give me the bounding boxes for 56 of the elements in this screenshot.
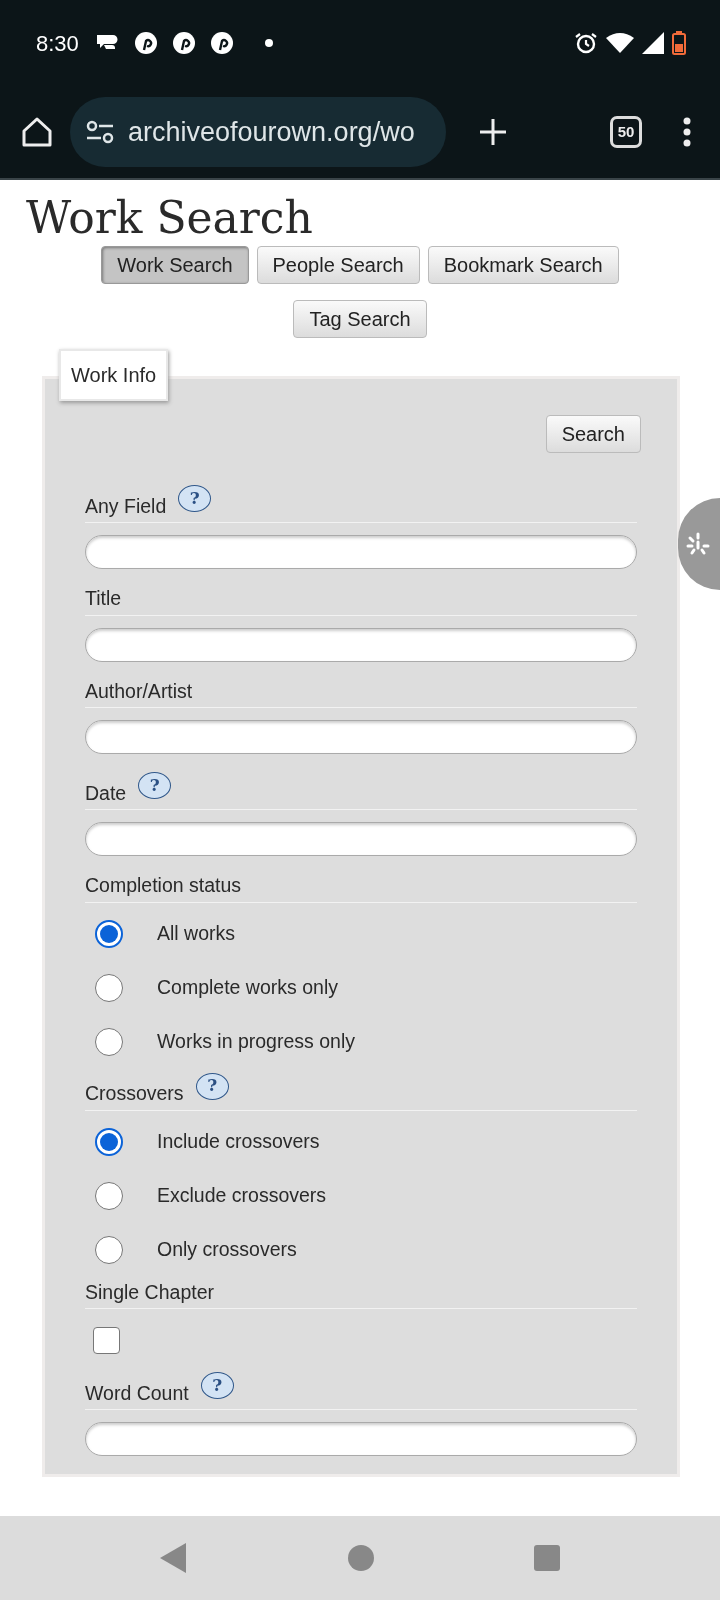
field-label: Title xyxy=(85,587,122,611)
loading-icon xyxy=(686,532,710,556)
search-tab[interactable]: Bookmark Search xyxy=(427,246,619,285)
field-label: Single Chapter xyxy=(85,1280,214,1304)
input-field[interactable] xyxy=(85,1421,637,1456)
option-label[interactable]: Complete works only xyxy=(157,972,338,1003)
option-label[interactable]: Only crossovers xyxy=(157,1234,297,1265)
help-button[interactable]: ? xyxy=(178,485,212,513)
home-icon[interactable] xyxy=(20,115,54,149)
search-tab[interactable]: People Search xyxy=(256,246,420,285)
radio-button[interactable] xyxy=(95,1181,123,1210)
pin-logo-icon xyxy=(210,32,233,54)
help-button[interactable]: ? xyxy=(195,1072,229,1100)
field-label: Completion status xyxy=(85,874,242,898)
new-tab-icon[interactable] xyxy=(478,117,508,147)
site-settings-icon[interactable] xyxy=(86,120,114,144)
checkbox[interactable] xyxy=(93,1326,120,1354)
home-circle-icon[interactable] xyxy=(348,1545,374,1571)
radio-button[interactable] xyxy=(95,973,123,1002)
option-label[interactable]: Include crossovers xyxy=(157,1126,320,1157)
dot-icon xyxy=(264,39,273,47)
help-button[interactable]: ? xyxy=(138,772,172,800)
radio-button[interactable] xyxy=(95,1235,123,1264)
panel-legend: Work Info xyxy=(59,349,169,402)
radio-button[interactable] xyxy=(95,1127,123,1156)
field-label: Word Count xyxy=(85,1381,189,1405)
input-field[interactable] xyxy=(85,822,637,857)
radio-button[interactable] xyxy=(95,1027,123,1056)
input-field[interactable] xyxy=(85,627,637,662)
option-label[interactable]: Exclude crossovers xyxy=(157,1180,327,1211)
field-label: Any Field xyxy=(85,495,167,519)
address-bar[interactable]: archiveofourown.org/wo xyxy=(70,97,446,167)
wifi-icon xyxy=(606,32,634,54)
input-field[interactable] xyxy=(85,720,637,755)
pin-logo-icon xyxy=(172,32,195,54)
field-label: Date xyxy=(85,781,127,806)
pin-logo-icon xyxy=(134,32,157,54)
option-label[interactable]: Works in progress only xyxy=(157,1026,355,1057)
more-menu-icon[interactable] xyxy=(682,117,692,147)
battery-icon xyxy=(672,31,686,55)
search-tab[interactable]: Work Search xyxy=(101,246,249,285)
search-tab[interactable]: Tag Search xyxy=(293,300,427,339)
option-label[interactable]: All works xyxy=(157,918,235,949)
page-title: Work Search xyxy=(26,194,313,243)
back-icon[interactable] xyxy=(160,1543,188,1573)
field-label: Author/Artist xyxy=(85,679,193,704)
field-label: Crossovers xyxy=(85,1082,184,1106)
search-button[interactable]: Search xyxy=(545,415,641,454)
radio-button[interactable] xyxy=(95,919,123,948)
help-button[interactable]: ? xyxy=(200,1371,234,1399)
signal-icon xyxy=(642,32,664,54)
clock-time: 8:30 xyxy=(36,29,79,58)
alarm-icon xyxy=(574,31,598,55)
input-field[interactable] xyxy=(85,535,637,570)
tab-count-button[interactable]: 50 xyxy=(610,116,642,148)
url-text: archiveofourown.org/wo xyxy=(128,115,415,149)
